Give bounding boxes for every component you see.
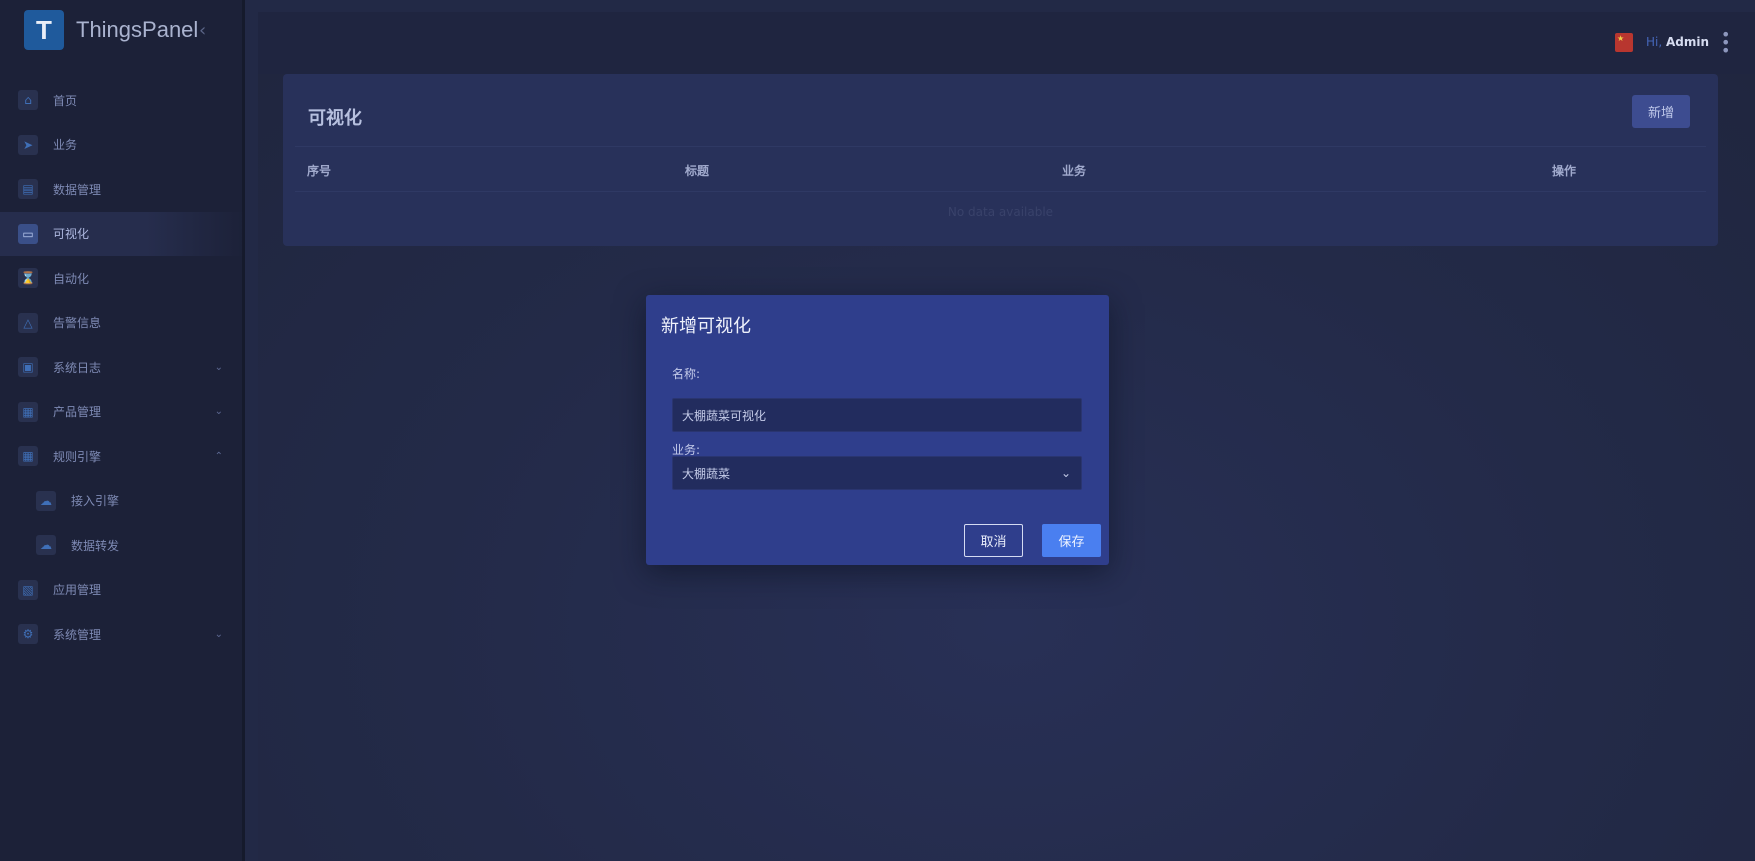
- basket-icon: ▧: [18, 579, 38, 600]
- dialog-title: 新增可视化: [661, 316, 751, 337]
- sidebar-item-home[interactable]: ⌂ 首页: [0, 78, 245, 123]
- app-title: ThingsPanel: [76, 17, 199, 42]
- sidebar-item-system-management[interactable]: ⚙ 系统管理 ⌄: [0, 612, 245, 657]
- sidebar-item-app-management[interactable]: ▧ 应用管理: [0, 568, 245, 613]
- clipboard-icon: ▤: [18, 179, 38, 200]
- sidebar-item-label: 接入引擎: [71, 494, 120, 509]
- gear-icon: ⚙: [18, 624, 38, 645]
- sidebar-item-label: 系统日志: [53, 360, 102, 375]
- hourglass-icon: ⌛: [18, 268, 38, 289]
- sidebar-item-automation[interactable]: ⌛ 自动化: [0, 256, 245, 301]
- business-select[interactable]: 大棚蔬菜 ⌄: [672, 456, 1082, 490]
- cloud-icon: ☁: [36, 535, 56, 556]
- name-input[interactable]: 大棚蔬菜可视化: [672, 398, 1082, 432]
- chevron-up-icon: ⌃: [214, 450, 223, 462]
- save-button[interactable]: 保存: [1042, 524, 1101, 557]
- chevron-down-icon: ⌄: [214, 406, 223, 418]
- table-header: 序号 标题 业务 操作: [295, 146, 1706, 192]
- greeting-text: Hi,: [1646, 35, 1663, 49]
- chevron-down-icon: ⌄: [1060, 466, 1071, 480]
- column-header-actions: 操作: [1552, 164, 1577, 178]
- sidebar-item-label: 数据管理: [53, 182, 102, 197]
- chevron-down-icon: ⌄: [214, 628, 223, 640]
- column-header-index: 序号: [307, 164, 332, 178]
- gift-icon: ▦: [18, 401, 38, 422]
- more-options-icon[interactable]: • • •: [1721, 27, 1730, 59]
- sidebar-item-label: 应用管理: [53, 583, 102, 598]
- sidebar-item-label: 可视化: [53, 227, 90, 242]
- add-button[interactable]: 新增: [1632, 95, 1690, 128]
- name-label: 名称:: [672, 367, 701, 381]
- user-greeting[interactable]: Hi, Admin: [1646, 35, 1709, 49]
- sidebar-item-label: 告警信息: [53, 316, 102, 331]
- empty-table-message: No data available: [947, 205, 1054, 219]
- sidebar-item-data-forwarding[interactable]: ☁ 数据转发: [0, 523, 245, 568]
- sidebar: T ThingsPanel ‹ ⌂ 首页 ➤ 业务 ▤ 数据管理 ▭ 可视化 ⌛…: [0, 0, 245, 861]
- name-input-value: 大棚蔬菜可视化: [682, 408, 767, 423]
- logo[interactable]: T ThingsPanel: [24, 10, 198, 50]
- sidebar-item-label: 产品管理: [53, 405, 102, 420]
- cancel-button[interactable]: 取消: [964, 524, 1023, 557]
- sidebar-item-business[interactable]: ➤ 业务: [0, 123, 245, 168]
- business-select-value: 大棚蔬菜: [682, 466, 731, 481]
- box-icon: ▣: [18, 357, 38, 378]
- sidebar-item-label: 自动化: [53, 271, 90, 286]
- sidebar-item-label: 业务: [53, 138, 78, 153]
- column-header-title: 标题: [685, 164, 710, 178]
- sidebar-item-label: 首页: [53, 93, 78, 108]
- page-title: 可视化: [308, 108, 362, 129]
- collapse-sidebar-icon[interactable]: ‹: [199, 20, 206, 41]
- sidebar-item-label: 规则引擎: [53, 449, 102, 464]
- add-visualization-dialog: 新增可视化 名称: 大棚蔬菜可视化 业务: 大棚蔬菜 ⌄ 取消 保存: [646, 295, 1109, 565]
- sidebar-item-product-management[interactable]: ▦ 产品管理 ⌄: [0, 390, 245, 435]
- sidebar-item-rule-engine[interactable]: ▦ 规则引擎 ⌃: [0, 434, 245, 479]
- sidebar-item-data-management[interactable]: ▤ 数据管理: [0, 167, 245, 212]
- chart-monitor-icon: ▭: [18, 223, 38, 244]
- sidebar-item-visualization[interactable]: ▭ 可视化: [0, 211, 245, 256]
- visualization-card: 可视化 新增 序号 标题 业务 操作 No data available: [283, 74, 1718, 246]
- sidebar-item-access-engine[interactable]: ☁ 接入引擎: [0, 479, 245, 524]
- sidebar-item-label: 系统管理: [53, 627, 102, 642]
- language-flag-icon[interactable]: ★: [1615, 33, 1633, 52]
- username: Admin: [1666, 35, 1710, 49]
- sidebar-item-system-logs[interactable]: ▣ 系统日志 ⌄: [0, 345, 245, 390]
- logo-icon: T: [24, 10, 64, 50]
- sidebar-menu: ⌂ 首页 ➤ 业务 ▤ 数据管理 ▭ 可视化 ⌛ 自动化 △ 告警信息 ▣ 系统…: [0, 78, 245, 657]
- sidebar-item-label: 数据转发: [71, 538, 120, 553]
- cloud-icon: ☁: [36, 490, 56, 511]
- chevron-down-icon: ⌄: [214, 361, 223, 373]
- sidebar-item-alarms[interactable]: △ 告警信息: [0, 301, 245, 346]
- warning-icon: △: [18, 312, 38, 333]
- top-header: [258, 12, 1755, 74]
- home-icon: ⌂: [18, 90, 38, 111]
- rocket-icon: ➤: [18, 134, 38, 155]
- column-header-business: 业务: [1062, 164, 1087, 178]
- gift-icon: ▦: [18, 446, 38, 467]
